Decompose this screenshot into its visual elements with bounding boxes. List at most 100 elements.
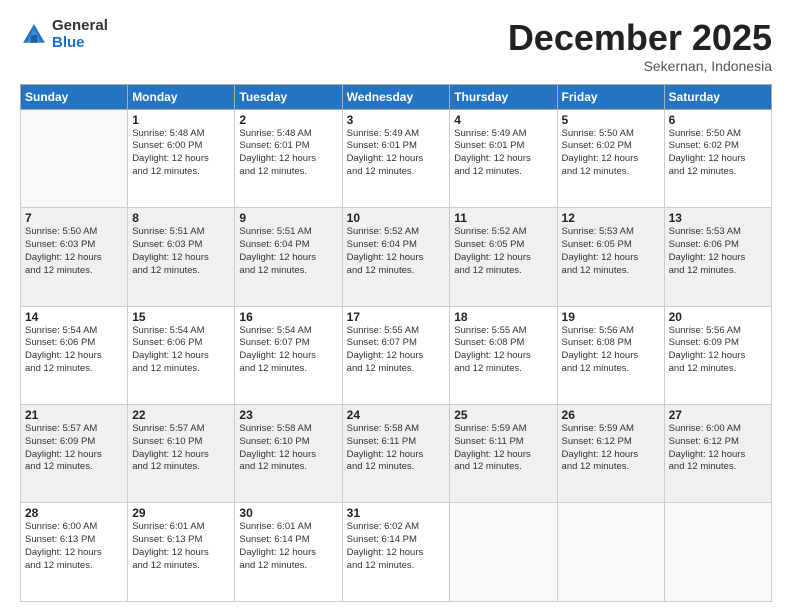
table-row: 4Sunrise: 5:49 AMSunset: 6:01 PMDaylight… xyxy=(450,109,557,207)
table-row: 6Sunrise: 5:50 AMSunset: 6:02 PMDaylight… xyxy=(664,109,771,207)
day-number: 29 xyxy=(132,506,230,520)
day-number: 18 xyxy=(454,310,552,324)
table-row: 19Sunrise: 5:56 AMSunset: 6:08 PMDayligh… xyxy=(557,306,664,404)
col-thursday: Thursday xyxy=(450,84,557,109)
table-row: 14Sunrise: 5:54 AMSunset: 6:06 PMDayligh… xyxy=(21,306,128,404)
day-number: 30 xyxy=(239,506,337,520)
col-sunday: Sunday xyxy=(21,84,128,109)
table-row: 31Sunrise: 6:02 AMSunset: 6:14 PMDayligh… xyxy=(342,503,450,602)
day-info: Sunrise: 6:02 AMSunset: 6:14 PMDaylight:… xyxy=(347,521,446,572)
table-row: 16Sunrise: 5:54 AMSunset: 6:07 PMDayligh… xyxy=(235,306,342,404)
day-number: 3 xyxy=(347,113,446,127)
calendar-row: 14Sunrise: 5:54 AMSunset: 6:06 PMDayligh… xyxy=(21,306,772,404)
calendar-header-row: Sunday Monday Tuesday Wednesday Thursday… xyxy=(21,84,772,109)
day-number: 25 xyxy=(454,408,552,422)
day-number: 13 xyxy=(669,211,767,225)
day-info: Sunrise: 5:53 AMSunset: 6:06 PMDaylight:… xyxy=(669,226,767,277)
table-row: 3Sunrise: 5:49 AMSunset: 6:01 PMDaylight… xyxy=(342,109,450,207)
logo-icon xyxy=(20,21,48,49)
day-info: Sunrise: 5:54 AMSunset: 6:06 PMDaylight:… xyxy=(25,325,123,376)
calendar-row: 7Sunrise: 5:50 AMSunset: 6:03 PMDaylight… xyxy=(21,208,772,306)
day-info: Sunrise: 5:58 AMSunset: 6:10 PMDaylight:… xyxy=(239,423,337,474)
day-info: Sunrise: 6:00 AMSunset: 6:13 PMDaylight:… xyxy=(25,521,123,572)
table-row: 1Sunrise: 5:48 AMSunset: 6:00 PMDaylight… xyxy=(128,109,235,207)
day-number: 5 xyxy=(562,113,660,127)
day-info: Sunrise: 5:56 AMSunset: 6:09 PMDaylight:… xyxy=(669,325,767,376)
table-row xyxy=(21,109,128,207)
day-number: 22 xyxy=(132,408,230,422)
day-number: 16 xyxy=(239,310,337,324)
day-number: 14 xyxy=(25,310,123,324)
table-row: 8Sunrise: 5:51 AMSunset: 6:03 PMDaylight… xyxy=(128,208,235,306)
table-row: 2Sunrise: 5:48 AMSunset: 6:01 PMDaylight… xyxy=(235,109,342,207)
table-row xyxy=(450,503,557,602)
day-info: Sunrise: 5:48 AMSunset: 6:01 PMDaylight:… xyxy=(239,128,337,179)
day-info: Sunrise: 5:49 AMSunset: 6:01 PMDaylight:… xyxy=(347,128,446,179)
table-row: 22Sunrise: 5:57 AMSunset: 6:10 PMDayligh… xyxy=(128,405,235,503)
day-number: 27 xyxy=(669,408,767,422)
day-number: 21 xyxy=(25,408,123,422)
day-number: 20 xyxy=(669,310,767,324)
table-row: 11Sunrise: 5:52 AMSunset: 6:05 PMDayligh… xyxy=(450,208,557,306)
table-row: 18Sunrise: 5:55 AMSunset: 6:08 PMDayligh… xyxy=(450,306,557,404)
col-saturday: Saturday xyxy=(664,84,771,109)
day-info: Sunrise: 6:01 AMSunset: 6:13 PMDaylight:… xyxy=(132,521,230,572)
day-info: Sunrise: 5:57 AMSunset: 6:10 PMDaylight:… xyxy=(132,423,230,474)
table-row xyxy=(557,503,664,602)
table-row: 17Sunrise: 5:55 AMSunset: 6:07 PMDayligh… xyxy=(342,306,450,404)
day-info: Sunrise: 5:52 AMSunset: 6:04 PMDaylight:… xyxy=(347,226,446,277)
day-info: Sunrise: 5:48 AMSunset: 6:00 PMDaylight:… xyxy=(132,128,230,179)
day-info: Sunrise: 6:01 AMSunset: 6:14 PMDaylight:… xyxy=(239,521,337,572)
table-row: 27Sunrise: 6:00 AMSunset: 6:12 PMDayligh… xyxy=(664,405,771,503)
day-number: 15 xyxy=(132,310,230,324)
logo-text: General Blue xyxy=(52,18,108,51)
col-monday: Monday xyxy=(128,84,235,109)
day-number: 31 xyxy=(347,506,446,520)
day-number: 24 xyxy=(347,408,446,422)
table-row: 12Sunrise: 5:53 AMSunset: 6:05 PMDayligh… xyxy=(557,208,664,306)
table-row: 24Sunrise: 5:58 AMSunset: 6:11 PMDayligh… xyxy=(342,405,450,503)
day-info: Sunrise: 5:54 AMSunset: 6:06 PMDaylight:… xyxy=(132,325,230,376)
col-wednesday: Wednesday xyxy=(342,84,450,109)
day-info: Sunrise: 5:59 AMSunset: 6:12 PMDaylight:… xyxy=(562,423,660,474)
day-number: 28 xyxy=(25,506,123,520)
day-info: Sunrise: 5:49 AMSunset: 6:01 PMDaylight:… xyxy=(454,128,552,179)
month-title: December 2025 xyxy=(508,18,772,58)
table-row: 30Sunrise: 6:01 AMSunset: 6:14 PMDayligh… xyxy=(235,503,342,602)
day-number: 26 xyxy=(562,408,660,422)
day-info: Sunrise: 6:00 AMSunset: 6:12 PMDaylight:… xyxy=(669,423,767,474)
day-number: 11 xyxy=(454,211,552,225)
table-row: 29Sunrise: 6:01 AMSunset: 6:13 PMDayligh… xyxy=(128,503,235,602)
day-number: 8 xyxy=(132,211,230,225)
day-number: 17 xyxy=(347,310,446,324)
table-row: 10Sunrise: 5:52 AMSunset: 6:04 PMDayligh… xyxy=(342,208,450,306)
day-info: Sunrise: 5:55 AMSunset: 6:07 PMDaylight:… xyxy=(347,325,446,376)
day-number: 2 xyxy=(239,113,337,127)
title-block: December 2025 Sekernan, Indonesia xyxy=(508,18,772,74)
table-row: 9Sunrise: 5:51 AMSunset: 6:04 PMDaylight… xyxy=(235,208,342,306)
calendar-row: 21Sunrise: 5:57 AMSunset: 6:09 PMDayligh… xyxy=(21,405,772,503)
table-row: 21Sunrise: 5:57 AMSunset: 6:09 PMDayligh… xyxy=(21,405,128,503)
table-row: 28Sunrise: 6:00 AMSunset: 6:13 PMDayligh… xyxy=(21,503,128,602)
table-row: 15Sunrise: 5:54 AMSunset: 6:06 PMDayligh… xyxy=(128,306,235,404)
logo-blue: Blue xyxy=(52,35,108,52)
table-row: 23Sunrise: 5:58 AMSunset: 6:10 PMDayligh… xyxy=(235,405,342,503)
logo-general: General xyxy=(52,18,108,35)
day-info: Sunrise: 5:58 AMSunset: 6:11 PMDaylight:… xyxy=(347,423,446,474)
table-row xyxy=(664,503,771,602)
day-info: Sunrise: 5:55 AMSunset: 6:08 PMDaylight:… xyxy=(454,325,552,376)
day-number: 7 xyxy=(25,211,123,225)
day-number: 10 xyxy=(347,211,446,225)
day-number: 4 xyxy=(454,113,552,127)
calendar-row: 28Sunrise: 6:00 AMSunset: 6:13 PMDayligh… xyxy=(21,503,772,602)
day-info: Sunrise: 5:50 AMSunset: 6:02 PMDaylight:… xyxy=(562,128,660,179)
day-info: Sunrise: 5:50 AMSunset: 6:02 PMDaylight:… xyxy=(669,128,767,179)
day-number: 23 xyxy=(239,408,337,422)
logo: General Blue xyxy=(20,18,108,51)
location-subtitle: Sekernan, Indonesia xyxy=(508,58,772,74)
day-info: Sunrise: 5:51 AMSunset: 6:04 PMDaylight:… xyxy=(239,226,337,277)
calendar-table: Sunday Monday Tuesday Wednesday Thursday… xyxy=(20,84,772,602)
day-info: Sunrise: 5:56 AMSunset: 6:08 PMDaylight:… xyxy=(562,325,660,376)
day-number: 19 xyxy=(562,310,660,324)
day-number: 1 xyxy=(132,113,230,127)
